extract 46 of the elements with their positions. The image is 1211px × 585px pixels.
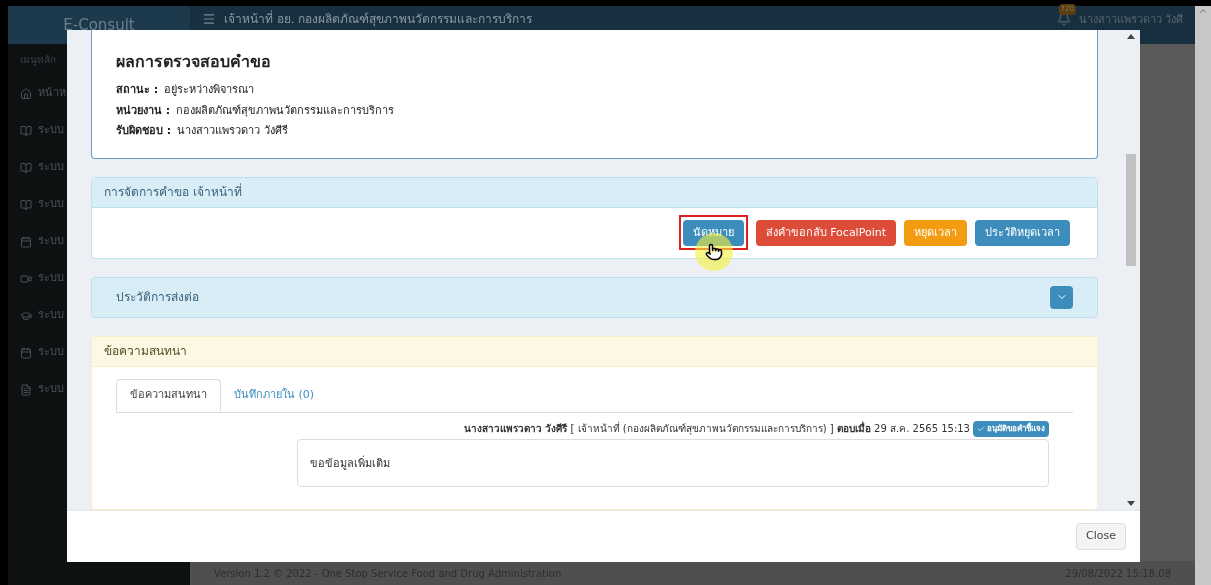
nav-item[interactable]: ระบบ <box>38 307 64 324</box>
message-header: นางสาวแพรวดาว วังศีรี [ เจ้าหน้าที่ (กองผลิตภัณฑ์สุขภาพนวัตกรรมและการบริการ) ] ตอบเมื่อ 29 ส.ค. 2565 15:13 <box>463 421 970 436</box>
nav-item[interactable]: ระบบ <box>38 270 64 287</box>
nav-icon <box>20 309 32 322</box>
nav-icon <box>20 87 32 100</box>
nav-icon <box>20 161 32 174</box>
nav-item[interactable]: ระบบ <box>38 233 64 250</box>
nav-item[interactable]: ระบบ <box>38 159 64 176</box>
nav-icon <box>20 383 32 396</box>
nav-icon <box>20 346 32 359</box>
field-value: อยู่ระหว่างพิจารณา <box>164 82 255 98</box>
field-value: นางสาวแพรวดาว วังศีรี <box>177 123 288 139</box>
field-label: หน่วยงาน : <box>116 102 171 119</box>
user-name[interactable]: นางสาวแพรวดาว วังศี <box>1078 12 1183 29</box>
message-text: ขอข้อมูลเพิ่มเติม <box>310 456 390 470</box>
close-button[interactable]: Close <box>1076 523 1126 550</box>
scroll-up-icon[interactable] <box>1198 6 1208 16</box>
page-scrollbar[interactable] <box>1195 6 1211 585</box>
nav-item[interactable]: ระบบ <box>38 122 64 139</box>
nav-icon <box>20 198 32 211</box>
status-badge: อนุมัติขอคำชี้แจง <box>973 420 1049 437</box>
menu-icon[interactable] <box>202 12 216 26</box>
nav-icon <box>20 235 32 248</box>
result-title: ผลการตรวจสอบคำขอ <box>116 51 272 73</box>
action-button[interactable]: ประวัติหยุดเวลา <box>975 220 1070 246</box>
nav-item[interactable]: หน้าห <box>38 85 66 102</box>
bell-icon[interactable] <box>1056 12 1071 26</box>
actions-title: การจัดการคำขอ เจ้าหน้าที่ <box>104 183 242 201</box>
field-label: รับผิดชอบ : <box>116 123 172 139</box>
action-button[interactable]: ส่งคำขอกลับ FocalPoint <box>755 220 896 246</box>
expand-button[interactable] <box>1050 285 1073 309</box>
nav-item[interactable]: ระบบ <box>38 344 64 361</box>
check-icon <box>977 424 985 433</box>
action-button[interactable]: หยุดเวลา <box>904 220 967 246</box>
nav-item[interactable]: ระบบ <box>38 196 64 213</box>
history-title: ประวัติการส่งต่อ <box>116 289 200 306</box>
field-label: สถานะ : <box>116 82 159 98</box>
nav-icon <box>20 272 32 285</box>
header-title: เจ้าหน้าที่ อย. กองผลิตภัณฑ์สุขภาพนวัตกรรมและการบริการ <box>224 12 534 26</box>
nav-icon <box>20 124 32 137</box>
chat-title: ข้อความสนทนา <box>104 343 187 360</box>
tab[interactable]: บันทึกภายใน (0) <box>221 378 328 412</box>
tab[interactable]: ข้อความสนทนา <box>116 378 221 412</box>
action-button[interactable]: นัดหมาย <box>682 220 744 246</box>
field-value: กองผลิตภัณฑ์สุขภาพนวัตกรรมและการบริการ <box>176 102 395 119</box>
nav-item[interactable]: ระบบ <box>38 381 64 398</box>
